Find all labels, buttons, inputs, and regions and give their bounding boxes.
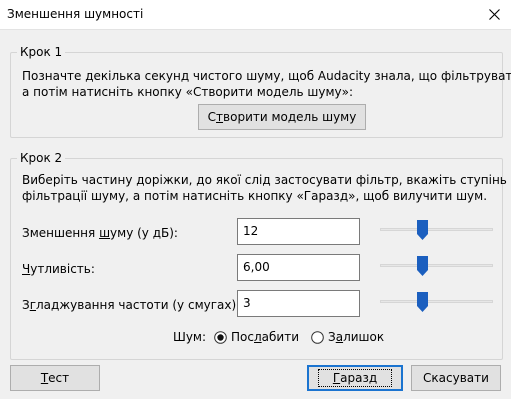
ok-button[interactable]: Гаразд	[307, 365, 403, 391]
noise-mode-label: Шум:	[173, 330, 207, 344]
slider-thumb[interactable]	[417, 220, 428, 240]
step1-text-line2: а потім натисніть кнопку «Створити модел…	[22, 85, 354, 99]
noise-mode-group: Шум: Послабити Залишок	[173, 330, 384, 344]
noise-reduction-label: Зменшення шуму (у дБ):	[22, 226, 178, 240]
radio-residue[interactable]: Залишок	[311, 330, 384, 344]
ok-button-label: Гаразд	[317, 369, 393, 387]
step2-text-line2: фільтрації шуму, а потім натисніть кнопк…	[22, 189, 488, 203]
noise-reduction-input[interactable]: 12	[237, 218, 360, 245]
window-title: Зменшення шумності	[7, 7, 144, 21]
slider-thumb[interactable]	[417, 292, 428, 312]
radio-reduce-label: Послабити	[231, 330, 300, 344]
frequency-smoothing-label: Згладжування частоти (у смугах):	[22, 298, 241, 312]
test-button[interactable]: Тест	[10, 365, 100, 391]
step1-legend: Крок 1	[17, 45, 66, 60]
test-button-label: Тест	[40, 371, 70, 385]
create-noise-profile-button[interactable]: Створити модель шуму	[198, 104, 366, 130]
close-button[interactable]	[477, 0, 511, 29]
create-noise-profile-label: Створити модель шуму	[207, 110, 357, 124]
step2-legend: Крок 2	[17, 151, 66, 166]
frequency-smoothing-input[interactable]: 3	[237, 290, 360, 317]
slider-track	[380, 264, 493, 267]
radio-reduce[interactable]: Послабити	[214, 330, 299, 344]
sensitivity-label: Чутливість:	[22, 262, 95, 276]
sensitivity-slider[interactable]	[380, 256, 493, 276]
cancel-button-label: Скасувати	[423, 371, 489, 385]
sensitivity-input[interactable]: 6,00	[237, 254, 360, 281]
slider-track	[380, 300, 493, 303]
step2-text-line1: Виберіть частину доріжки, до якої слід з…	[22, 173, 507, 187]
slider-track	[380, 228, 493, 231]
close-icon	[488, 9, 500, 20]
step1-text-line1: Позначте декілька секунд чистого шуму, щ…	[22, 69, 511, 83]
noise-reduction-slider[interactable]	[380, 220, 493, 240]
slider-thumb[interactable]	[417, 256, 428, 276]
cancel-button[interactable]: Скасувати	[411, 365, 501, 391]
radio-residue-label: Залишок	[328, 330, 385, 344]
title-bar: Зменшення шумності	[0, 0, 511, 30]
frequency-smoothing-slider[interactable]	[380, 292, 493, 312]
radio-unselected-icon	[311, 330, 324, 344]
radio-selected-icon	[214, 330, 227, 344]
